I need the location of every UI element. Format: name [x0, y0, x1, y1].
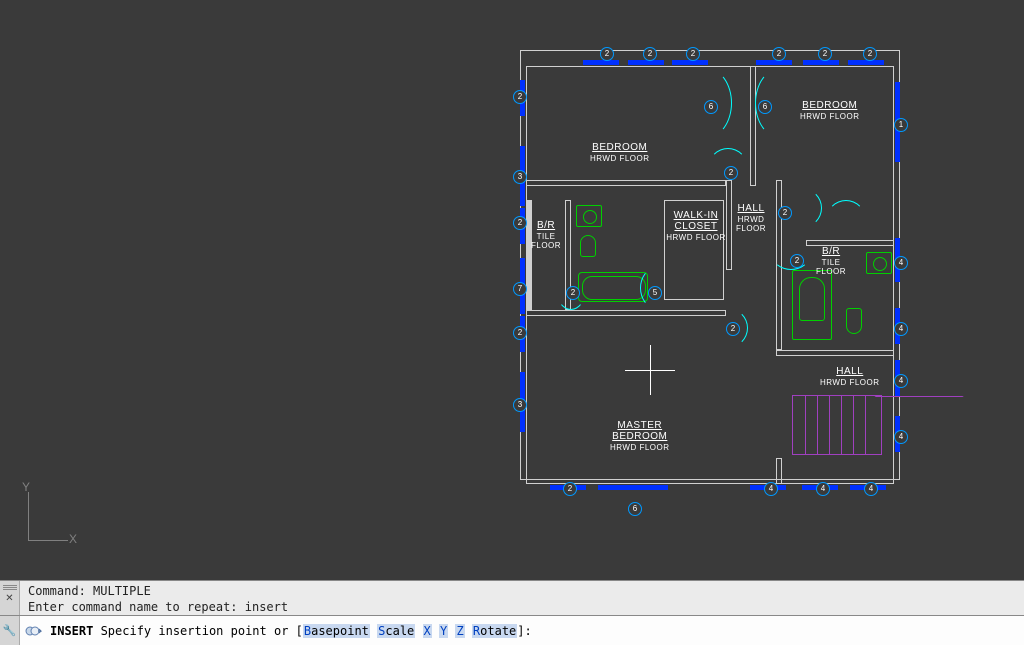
command-prompt-icon[interactable]: [20, 616, 46, 645]
close-icon[interactable]: ✕: [5, 593, 13, 604]
dim-marker: 1: [894, 118, 908, 132]
dim-marker: 2: [566, 286, 580, 300]
sink-fixture: [576, 205, 602, 227]
room-label-master: MASTER BEDROOM HRWD FLOOR: [610, 420, 670, 452]
panel-gutter: ✕: [0, 581, 20, 615]
dim-marker: 4: [816, 482, 830, 496]
dim-marker: 2: [726, 322, 740, 336]
dim-marker: 2: [513, 216, 527, 230]
dim-marker: 3: [513, 170, 527, 184]
command-line-input[interactable]: INSERT Specify insertion point or [Basep…: [46, 624, 1024, 638]
command-bar-gutter: 🔧: [0, 616, 20, 645]
dim-marker: 2: [643, 47, 657, 61]
dim-marker: 6: [628, 502, 642, 516]
toilet-fixture: [580, 235, 596, 257]
command-history-panel: ✕ Command: MULTIPLE Enter command name t…: [0, 580, 1024, 615]
room-label-br-2: B/R TILE FLOOR: [816, 246, 846, 276]
dim-marker: 2: [563, 482, 577, 496]
dim-marker: 4: [764, 482, 778, 496]
dim-marker: 6: [704, 100, 718, 114]
dim-marker: 2: [513, 326, 527, 340]
dim-marker: 2: [818, 47, 832, 61]
command-line-bar: 🔧 INSERT Specify insertion point or [Bas…: [0, 615, 1024, 645]
dim-marker: 2: [778, 206, 792, 220]
dim-marker: 2: [600, 47, 614, 61]
dim-marker: 2: [790, 254, 804, 268]
floor-plan: BEDROOM HRWD FLOOR BEDROOM HRWD FLOOR WA…: [520, 50, 920, 500]
dim-marker: 3: [513, 398, 527, 412]
room-label-hall-2: HALL HRWD FLOOR: [820, 366, 880, 387]
dim-marker: 4: [894, 322, 908, 336]
dim-marker: 2: [772, 47, 786, 61]
dim-marker: 5: [648, 286, 662, 300]
dim-marker: 4: [864, 482, 878, 496]
dim-marker: 2: [686, 47, 700, 61]
wrench-icon[interactable]: 🔧: [3, 624, 17, 637]
dim-marker: 2: [863, 47, 877, 61]
room-label-hall: HALL HRWD FLOOR: [736, 203, 766, 233]
dim-marker: 2: [724, 166, 738, 180]
grip-icon[interactable]: [3, 584, 17, 590]
dim-marker: 4: [894, 256, 908, 270]
dim-marker: 4: [894, 430, 908, 444]
dim-marker: 4: [894, 374, 908, 388]
bathtub-fixture: [578, 272, 648, 302]
command-history-text[interactable]: Command: MULTIPLE Enter command name to …: [20, 581, 1024, 615]
room-label-br: B/R TILE FLOOR: [531, 220, 561, 250]
dim-marker: 6: [758, 100, 772, 114]
sink-fixture-2: [866, 252, 892, 274]
toilet-fixture-2: [846, 308, 862, 334]
drawing-canvas[interactable]: BEDROOM HRWD FLOOR BEDROOM HRWD FLOOR WA…: [0, 0, 1024, 580]
dim-marker: 7: [513, 282, 527, 296]
door-arc: [826, 200, 866, 240]
stairs: [792, 395, 882, 455]
room-label-bedroom: BEDROOM HRWD FLOOR: [590, 142, 650, 163]
ucs-x-label: X: [69, 532, 77, 546]
dim-marker: 2: [513, 90, 527, 104]
room-label-bedroom-2: BEDROOM HRWD FLOOR: [800, 100, 860, 121]
room-label-walkin: WALK-IN CLOSET HRWD FLOOR: [666, 210, 726, 242]
shower-fixture: [792, 270, 832, 340]
